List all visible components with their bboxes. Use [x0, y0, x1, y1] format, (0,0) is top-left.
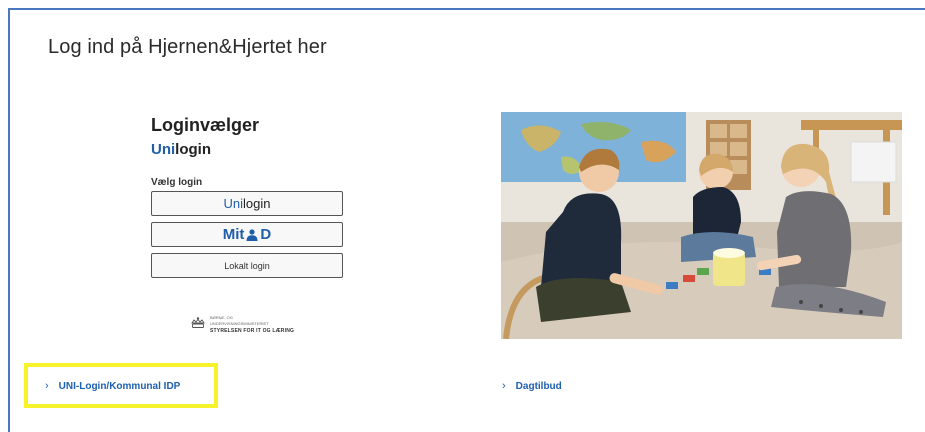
unilogin-brand-uni: Uni	[151, 141, 176, 158]
dagtilbud-link[interactable]: › Dagtilbud	[502, 380, 562, 392]
unilogin-kommunal-idp-link[interactable]: › UNI-Login/Kommunal IDP	[45, 380, 180, 392]
panel-title: Loginvælger	[151, 115, 260, 135]
page-title: Log ind på Hjernen&Hjertet her	[48, 36, 327, 58]
children-playing-photo	[501, 112, 902, 339]
chevron-right-icon: ›	[45, 380, 49, 392]
mitid-button[interactable]: Mit D	[151, 222, 343, 247]
ministry-line-2: UNDERVISNINGSMINISTERIET	[210, 321, 269, 326]
agency-name: STYRELSEN FOR IT OG LÆRING	[210, 328, 295, 334]
mitid-text-d: D	[260, 226, 272, 243]
crown-icon	[191, 316, 205, 334]
chevron-right-icon: ›	[502, 380, 506, 392]
unilogin-button-login: login	[243, 196, 271, 211]
unilogin-button-uni: Uni	[223, 196, 244, 211]
mitid-text-mit: Mit	[222, 226, 245, 243]
local-login-label: Lokalt login	[224, 260, 270, 271]
mitid-person-icon	[245, 228, 259, 241]
unilogin-brand-heading: Unilogin	[151, 141, 346, 158]
unilogin-button[interactable]: Uni login	[151, 191, 343, 216]
link-label: Dagtilbud	[515, 380, 562, 392]
ministry-text: BØRNE- OG UNDERVISNINGSMINISTERIET STYRE…	[210, 315, 294, 334]
local-login-button[interactable]: Lokalt login	[151, 253, 343, 278]
login-selector-panel: Loginvælger Unilogin Vælg login Uni login…	[151, 115, 346, 278]
link-label: UNI-Login/Kommunal IDP	[58, 380, 181, 392]
ministry-logo: BØRNE- OG UNDERVISNINGSMINISTERIET STYRE…	[191, 315, 294, 334]
choose-login-label: Vælg login	[151, 177, 203, 188]
unilogin-brand-login: login	[175, 141, 211, 158]
